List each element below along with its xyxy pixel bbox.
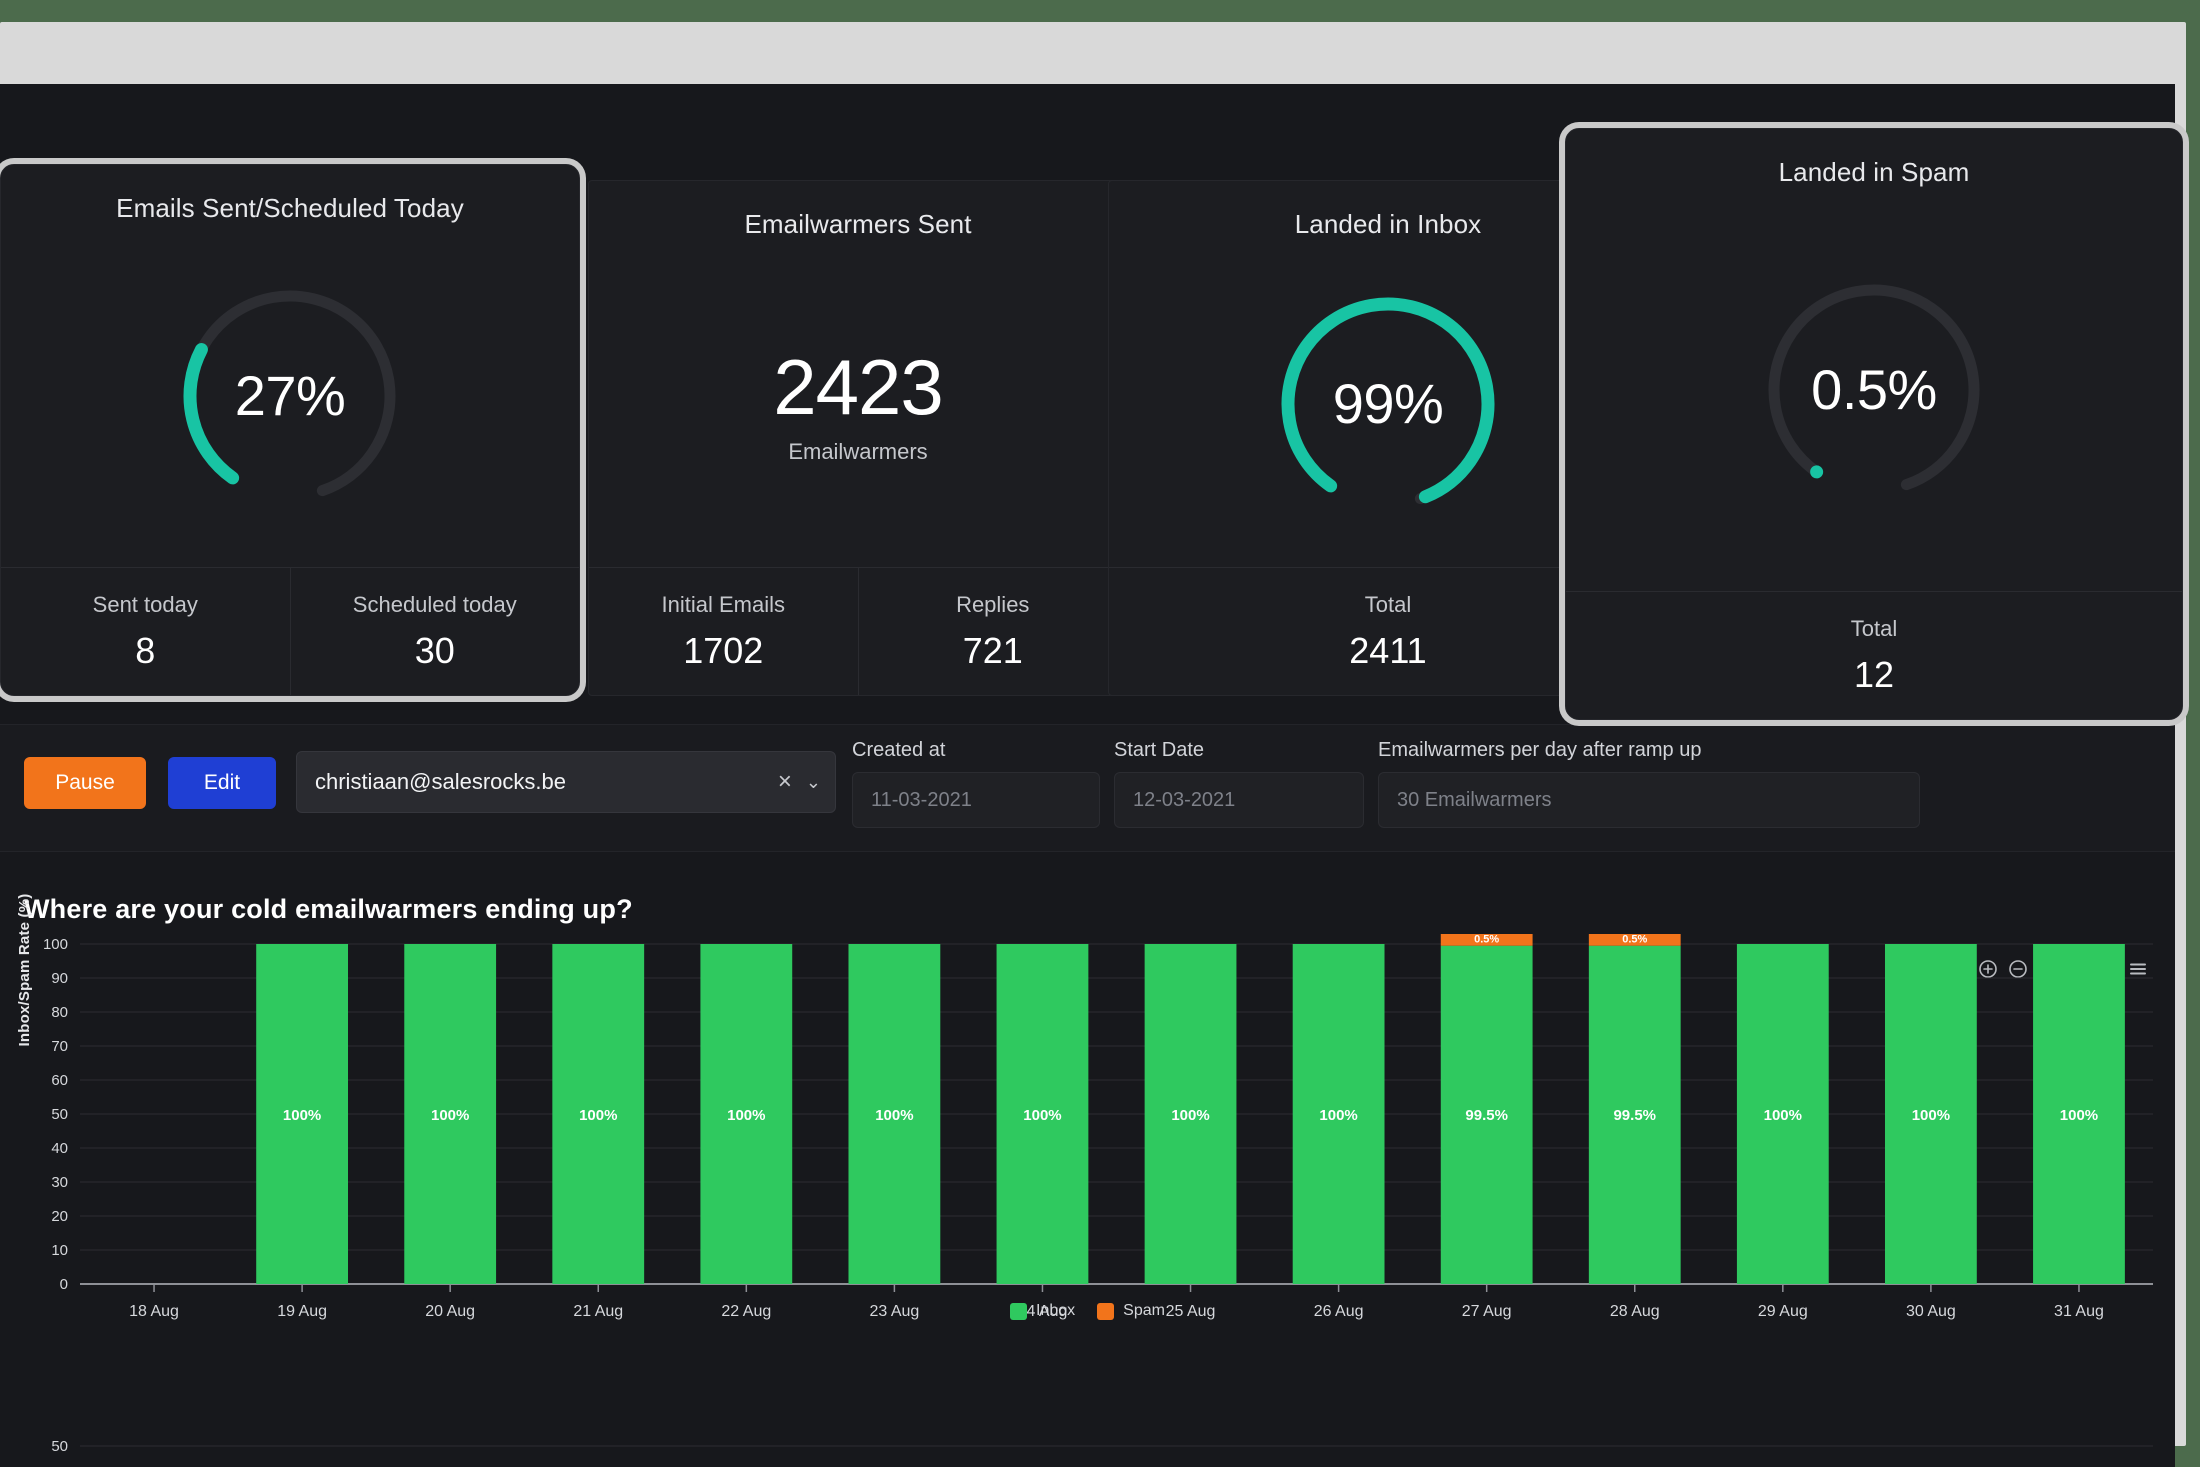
svg-text:99.5%: 99.5% [1613,1107,1656,1124]
svg-text:100%: 100% [1023,1107,1061,1124]
inbox-spam-bar-chart[interactable]: 010203040506070809010018 Aug 19 Aug100%20… [0,934,2175,1354]
svg-text:100%: 100% [579,1107,617,1124]
footer-value: 30 [414,629,455,671]
campaign-control-bar: Pause Edit christiaan@salesrocks.be × ⌄ … [0,724,2175,852]
svg-text:99.5%: 99.5% [1465,1107,1508,1124]
footer-label: Total [1850,615,1898,641]
svg-text:10: 10 [51,1242,68,1259]
gauge-landed-in-inbox: 99% [1268,284,1508,524]
gauge-landed-in-spam: 0.5% [1754,270,1994,510]
svg-text:40: 40 [51,1140,68,1157]
pause-button[interactable]: Pause [24,757,146,809]
stat-cards-row: Emails Sent/Scheduled Today 27% Sent tod… [0,128,2183,720]
svg-text:100%: 100% [1319,1107,1357,1124]
edit-button[interactable]: Edit [168,757,276,809]
legend-swatch-inbox [1010,1302,1028,1320]
footer-value: 2411 [1349,629,1427,671]
footer-value: 8 [135,629,156,671]
footer-value: 12 [1853,653,1895,695]
account-select-value: christiaan@salesrocks.be [315,769,566,794]
emailwarmers-per-day-label: Emailwarmers per day after ramp up [1378,739,1702,761]
secondary-chart-panel: 5045 [0,1416,2175,1467]
app-window: Emails Sent/Scheduled Today 27% Sent tod… [0,22,2186,1467]
chart-legend: Inbox Spam [0,1302,2175,1320]
y-axis-title: Inbox/Spam Rate (%) [16,893,33,1047]
gauge-value: 0.5% [1811,358,1937,421]
emailwarmers-sent-value: 2423 [773,343,944,431]
footer-cell-scheduled-today: Scheduled today 30 [289,568,580,695]
start-date-field: Start Date 12-03-2021 [1114,739,1364,828]
screenshot-root: Emails Sent/Scheduled Today 27% Sent tod… [0,0,2200,1467]
footer-cell-sent-today: Sent today 8 [1,568,290,695]
svg-text:50: 50 [51,1438,68,1455]
gauge-value: 99% [1332,372,1444,435]
svg-text:20: 20 [51,1208,68,1225]
emailwarmers-per-day-field: Emailwarmers per day after ramp up 30 Em… [1378,739,1920,828]
gauge-value: 27% [234,364,346,427]
legend-item-inbox[interactable]: Inbox [1010,1302,1075,1320]
footer-cell-replies: Replies 721 [857,568,1128,695]
legend-swatch-spam [1097,1302,1115,1320]
card-body: 27% [1,224,579,567]
secondary-chart[interactable]: 5045 [0,1416,2175,1467]
svg-text:100%: 100% [1912,1107,1950,1124]
card-title: Emailwarmers Sent [744,209,972,239]
footer-label: Sent today [92,591,198,617]
svg-text:100%: 100% [431,1107,469,1124]
svg-text:100: 100 [43,936,68,953]
svg-text:30: 30 [51,1174,68,1191]
svg-text:0: 0 [60,1276,68,1293]
footer-value: 1702 [683,629,764,671]
start-date-input[interactable]: 12-03-2021 [1114,772,1364,828]
footer-label: Total [1364,591,1412,617]
card-footer: Total 12 [1566,591,2182,719]
footer-label: Initial Emails [661,591,785,617]
svg-text:100%: 100% [727,1107,765,1124]
legend-label-inbox: Inbox [1036,1302,1076,1319]
card-emails-sent-scheduled-today[interactable]: Emails Sent/Scheduled Today 27% Sent tod… [0,164,580,696]
legend-label-spam: Spam [1123,1302,1165,1319]
svg-text:100%: 100% [1171,1107,1209,1124]
footer-label: Replies [956,591,1030,617]
card-landed-in-spam[interactable]: Landed in Spam 0.5% Total 12 [1565,128,2183,720]
footer-value: 721 [962,629,1023,671]
card-body: 0.5% [1566,188,2182,591]
svg-text:90: 90 [51,970,68,987]
dashboard-body: Emails Sent/Scheduled Today 27% Sent tod… [0,84,2183,1467]
start-date-label: Start Date [1114,739,1205,761]
emailwarmers-sent-unit: Emailwarmers [788,439,928,464]
account-select[interactable]: christiaan@salesrocks.be × ⌄ [296,751,836,813]
card-footer: Initial Emails 1702 Replies 721 [589,567,1127,695]
chevron-down-icon[interactable]: ⌄ [806,772,821,793]
card-footer: Sent today 8 Scheduled today 30 [1,567,579,695]
legend-item-spam[interactable]: Spam [1097,1302,1165,1320]
svg-text:100%: 100% [875,1107,913,1124]
created-at-field: Created at 11-03-2021 [852,739,1100,828]
footer-cell-initial-emails: Initial Emails 1702 [589,568,858,695]
card-title: Emails Sent/Scheduled Today [116,193,464,223]
card-body: 2423 Emailwarmers [589,240,1127,567]
svg-text:100%: 100% [1764,1107,1802,1124]
svg-text:0.5%: 0.5% [1622,934,1647,946]
chart-heading: Where are your cold emailwarmers ending … [24,894,633,924]
svg-text:100%: 100% [2060,1107,2098,1124]
created-at-label: Created at [852,739,946,761]
clear-icon[interactable]: × [778,768,792,796]
svg-text:100%: 100% [283,1107,321,1124]
big-number-block: 2423 Emailwarmers [773,342,944,465]
svg-text:0.5%: 0.5% [1474,934,1499,946]
card-emailwarmers-sent[interactable]: Emailwarmers Sent 2423 Emailwarmers Init… [588,180,1128,696]
emailwarmers-per-day-input[interactable]: 30 Emailwarmers [1378,772,1920,828]
footer-label: Scheduled today [352,591,517,617]
svg-text:80: 80 [51,1004,68,1021]
chart-panel: Where are your cold emailwarmers ending … [0,874,2175,1444]
created-at-input[interactable]: 11-03-2021 [852,772,1100,828]
svg-text:70: 70 [51,1038,68,1055]
gauge-emails-sent-scheduled: 27% [170,276,410,516]
footer-cell-total-spam: Total 12 [1566,592,2182,719]
svg-text:50: 50 [51,1106,68,1123]
svg-text:60: 60 [51,1072,68,1089]
card-title: Landed in Spam [1778,157,1970,187]
